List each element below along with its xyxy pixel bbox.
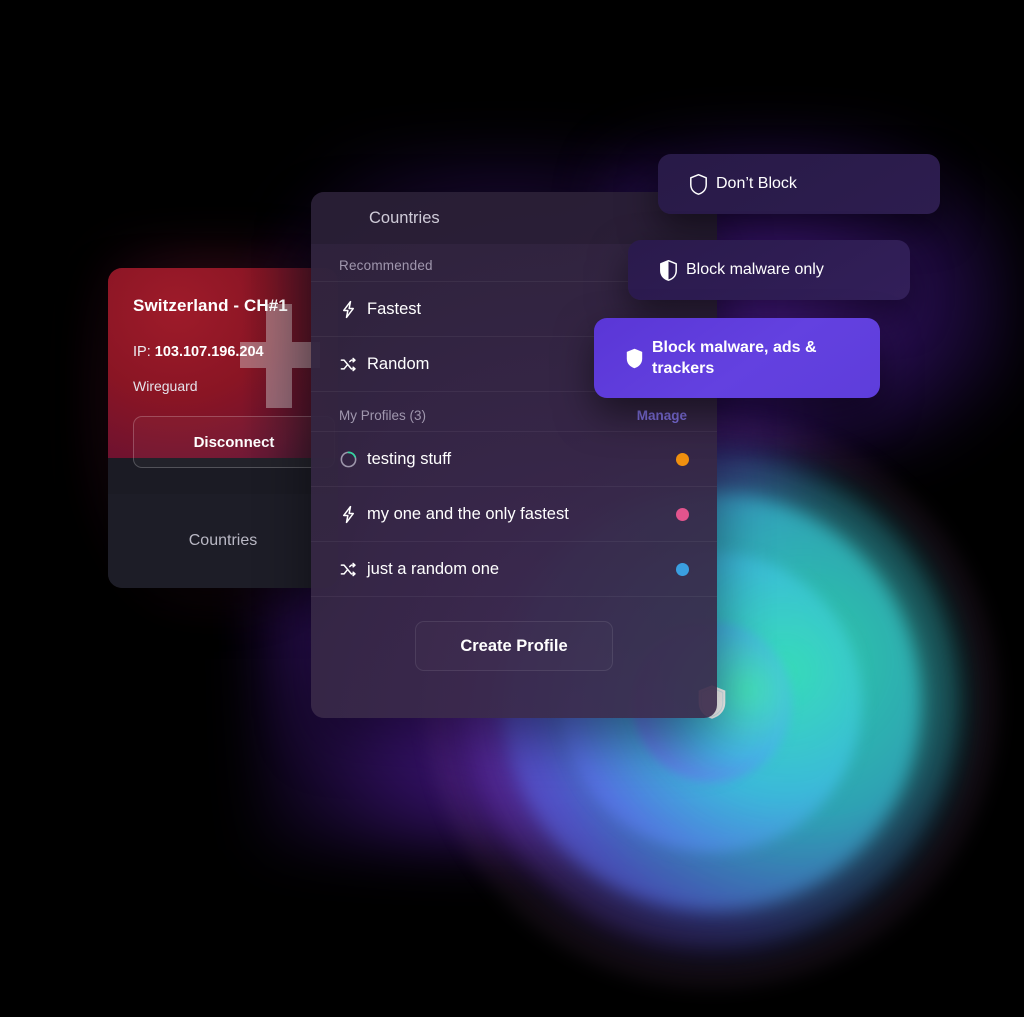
screenshot-stage: Switzerland - CH#1 IP: 103.107.196.204 W… [0, 0, 1024, 1017]
vpn-status-card: Switzerland - CH#1 IP: 103.107.196.204 W… [108, 268, 338, 588]
disconnect-button[interactable]: Disconnect [133, 416, 335, 468]
shuffle-icon [339, 560, 367, 579]
vpn-ip-address: IP: 103.107.196.204 [133, 344, 264, 360]
profile-row-testing-stuff[interactable]: testing stuff [311, 431, 717, 486]
lightning-bolt-icon [339, 300, 367, 319]
block-option-label: Don’t Block [716, 175, 797, 193]
vpn-ip-value: 103.107.196.204 [154, 344, 264, 360]
vpn-server-title: Switzerland - CH#1 [133, 296, 288, 315]
block-option-malware-only[interactable]: Block malware only [628, 240, 910, 300]
block-option-label: Block malware, ads & trackers [652, 338, 817, 377]
profile-row-random[interactable]: just a random one [311, 541, 717, 596]
block-option-dont-block[interactable]: Don’t Block [658, 154, 940, 214]
vpn-countries-button[interactable]: Countries [108, 494, 338, 588]
profile-row-fastest[interactable]: my one and the only fastest [311, 486, 717, 541]
block-option-label: Block malware only [686, 261, 824, 279]
lightning-bolt-icon [339, 505, 367, 524]
vpn-countries-label: Countries [188, 532, 258, 549]
block-option-malware-ads-trackers[interactable]: Block malware, ads & trackers [594, 318, 880, 398]
panel-header: Countries [311, 192, 717, 244]
profile-color-dot [676, 507, 689, 521]
list-item-label: Fastest [367, 299, 422, 318]
profile-label: testing stuff [367, 449, 452, 468]
create-profile-section: Create Profile [311, 596, 717, 671]
page-title: Countries [369, 208, 440, 227]
create-profile-button[interactable]: Create Profile [415, 621, 613, 671]
profile-label: just a random one [367, 559, 500, 578]
manage-profiles-link[interactable]: Manage [637, 408, 687, 423]
shield-outline-icon [680, 173, 716, 196]
shield-half-icon [650, 259, 686, 282]
profile-label: my one and the only fastest [367, 504, 569, 523]
vpn-protocol: Wireguard [133, 378, 198, 394]
vpn-ip-label: IP: [133, 344, 151, 360]
progress-ring-icon [339, 450, 367, 469]
profile-color-dot [676, 562, 689, 576]
profile-color-dot [676, 452, 689, 466]
shuffle-icon [339, 355, 367, 374]
shield-filled-icon [616, 347, 652, 370]
profiles-section-label: My Profiles (3) [339, 408, 427, 423]
